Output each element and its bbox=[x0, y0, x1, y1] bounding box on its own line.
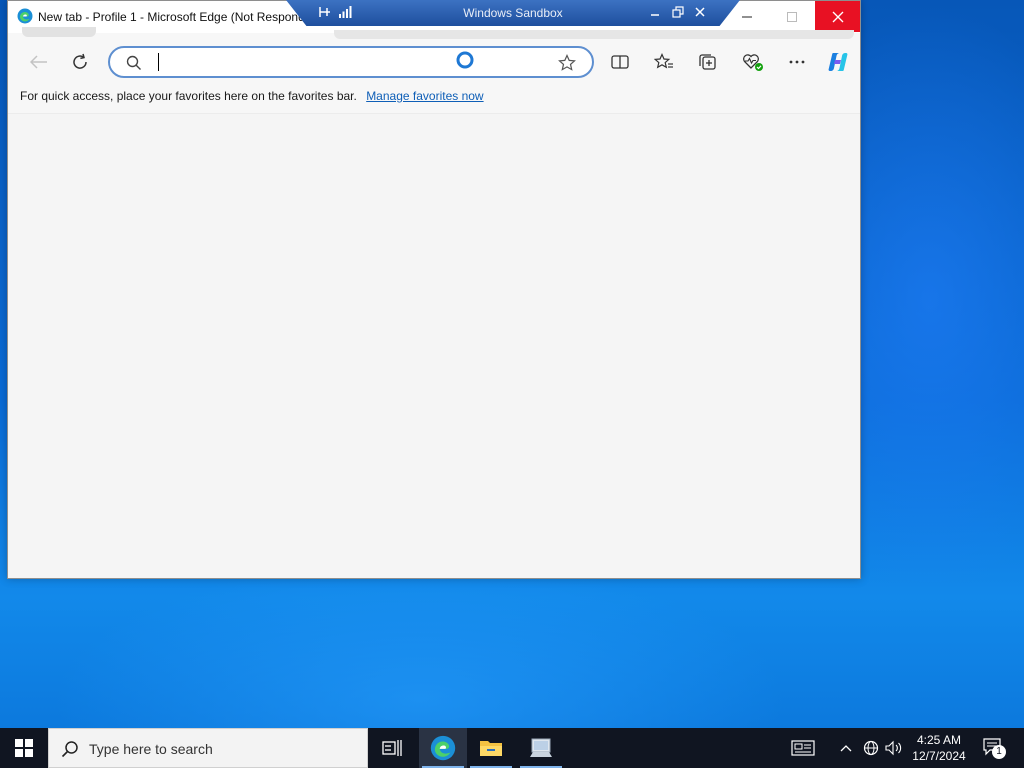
notification-center-button[interactable]: 1 bbox=[980, 736, 1008, 760]
news-icon bbox=[791, 740, 815, 756]
settings-more-button[interactable] bbox=[782, 47, 812, 77]
browser-toolbar bbox=[8, 41, 860, 83]
copilot-icon bbox=[828, 53, 848, 71]
tab-strip-remnant bbox=[334, 30, 854, 39]
clock-time: 4:25 AM bbox=[916, 733, 962, 747]
copilot-button[interactable] bbox=[823, 47, 853, 77]
split-screen-button[interactable] bbox=[605, 47, 635, 77]
text-caret bbox=[158, 53, 159, 71]
collections-icon bbox=[699, 54, 716, 70]
favorites-button[interactable] bbox=[649, 47, 679, 77]
search-placeholder: Type here to search bbox=[89, 741, 213, 757]
edge-window: New tab - Profile 1 - Microsoft Edge (No… bbox=[7, 0, 861, 579]
taskbar-search-box[interactable]: Type here to search bbox=[48, 728, 368, 768]
volume-button[interactable] bbox=[884, 738, 904, 758]
minimize-icon bbox=[741, 16, 752, 17]
page-content-area[interactable] bbox=[8, 113, 860, 578]
clock-date: 12/7/2024 bbox=[912, 749, 966, 763]
start-button[interactable] bbox=[0, 728, 48, 768]
edge-logo-icon bbox=[17, 8, 33, 24]
back-arrow-icon bbox=[30, 55, 47, 69]
split-screen-icon bbox=[611, 55, 629, 69]
news-widget-button[interactable] bbox=[790, 738, 816, 758]
sandbox-connection-bar: Windows Sandbox bbox=[286, 0, 740, 26]
search-icon bbox=[61, 741, 78, 758]
folder-icon bbox=[480, 741, 502, 756]
heart-health-icon bbox=[743, 54, 763, 71]
taskbar-file-explorer-button[interactable] bbox=[467, 728, 515, 768]
maximize-icon bbox=[786, 11, 797, 22]
favorites-bar: For quick access, place your favorites h… bbox=[20, 89, 484, 103]
taskbar-sandbox-button[interactable] bbox=[517, 728, 565, 768]
globe-network-icon bbox=[863, 740, 879, 756]
more-dots-icon bbox=[789, 60, 805, 64]
close-button[interactable] bbox=[815, 1, 860, 32]
refresh-icon bbox=[73, 53, 87, 69]
sandbox-minimize-icon[interactable] bbox=[650, 5, 660, 19]
chevron-up-icon bbox=[840, 745, 852, 752]
address-input[interactable] bbox=[156, 53, 536, 73]
loading-spinner-icon bbox=[456, 51, 474, 69]
search-icon bbox=[126, 55, 141, 70]
tab-strip-remnant bbox=[22, 27, 96, 37]
favorites-bar-message: For quick access, place your favorites h… bbox=[20, 89, 357, 103]
windows-logo-icon bbox=[15, 739, 33, 757]
back-button[interactable] bbox=[24, 47, 54, 77]
sandbox-close-icon[interactable] bbox=[694, 5, 706, 19]
close-icon bbox=[832, 11, 843, 22]
maximize-button[interactable] bbox=[769, 1, 814, 32]
favorite-star-icon[interactable] bbox=[558, 54, 576, 72]
address-bar[interactable] bbox=[108, 46, 594, 78]
taskbar-edge-button[interactable] bbox=[419, 728, 467, 768]
browser-essentials-button[interactable] bbox=[738, 47, 768, 77]
windows-sandbox-icon bbox=[530, 738, 552, 757]
show-hidden-icons-button[interactable] bbox=[838, 738, 854, 758]
manage-favorites-link[interactable]: Manage favorites now bbox=[366, 89, 483, 103]
clock[interactable]: 4:25 AM 12/7/2024 bbox=[906, 732, 972, 764]
taskbar: Type here to search 4:25 AM 12/7/2024 1 bbox=[0, 728, 1024, 768]
speaker-icon bbox=[885, 740, 902, 756]
edge-logo-icon bbox=[430, 735, 456, 761]
task-view-icon bbox=[382, 740, 402, 756]
collections-button[interactable] bbox=[693, 47, 723, 77]
network-button[interactable] bbox=[862, 738, 880, 758]
window-title: New tab - Profile 1 - Microsoft Edge (No… bbox=[38, 10, 325, 24]
task-view-button[interactable] bbox=[368, 728, 416, 768]
favorites-list-icon bbox=[654, 53, 673, 69]
refresh-button[interactable] bbox=[65, 47, 95, 77]
sandbox-restore-icon[interactable] bbox=[672, 5, 684, 19]
notification-count-badge: 1 bbox=[992, 745, 1006, 759]
